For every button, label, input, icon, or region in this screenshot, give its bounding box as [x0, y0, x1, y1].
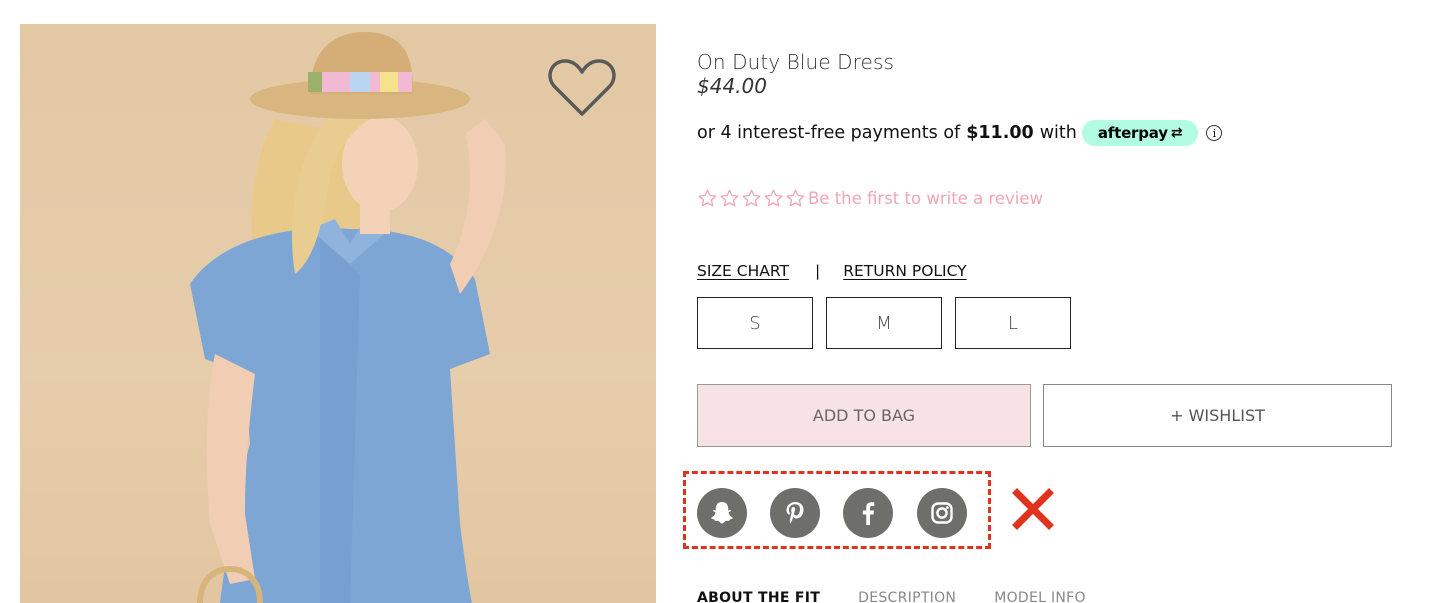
links-separator: | [814, 262, 821, 280]
policy-links: SIZE CHART | RETURN POLICY [697, 262, 967, 280]
pinterest-button[interactable] [770, 488, 820, 538]
star-icon[interactable] [697, 188, 718, 209]
review-prompt[interactable]: Be the first to write a review [808, 189, 1043, 208]
wishlist-button[interactable]: + WISHLIST [1043, 384, 1392, 447]
size-chart-link[interactable]: SIZE CHART [697, 262, 789, 280]
size-option-s[interactable]: S [697, 297, 813, 349]
afterpay-loop-icon: ⇄ [1170, 125, 1183, 141]
red-x-icon [1012, 488, 1054, 530]
star-icon[interactable] [785, 188, 806, 209]
rating-stars[interactable] [697, 188, 806, 209]
afterpay-prefix: or 4 interest-free payments of [697, 123, 961, 143]
facebook-button[interactable] [843, 488, 893, 538]
tab-description[interactable]: DESCRIPTION [858, 590, 956, 603]
afterpay-brand: afterpay [1097, 124, 1168, 142]
star-icon[interactable] [719, 188, 740, 209]
instagram-icon [931, 502, 953, 524]
pinterest-icon [786, 502, 804, 524]
tab-about-the-fit[interactable]: ABOUT THE FIT [697, 590, 820, 603]
reviews-row[interactable]: Be the first to write a review [697, 188, 1043, 209]
instagram-button[interactable] [917, 488, 967, 538]
afterpay-amount: $11.00 [966, 123, 1034, 143]
afterpay-message: or 4 interest-free payments of $11.00 wi… [697, 118, 1223, 148]
afterpay-logo[interactable]: afterpay ⇄ [1081, 120, 1199, 146]
snapchat-button[interactable] [697, 488, 747, 538]
heart-icon[interactable] [547, 57, 617, 119]
star-icon[interactable] [741, 188, 762, 209]
add-to-bag-button[interactable]: ADD TO BAG [697, 384, 1031, 447]
size-option-l[interactable]: L [955, 297, 1071, 349]
product-image [20, 24, 656, 603]
afterpay-suffix: with [1039, 123, 1077, 143]
star-icon[interactable] [763, 188, 784, 209]
info-icon[interactable]: i [1206, 125, 1223, 141]
info-tabs: ABOUT THE FIT DESCRIPTION MODEL INFO [697, 590, 1124, 603]
return-policy-link[interactable]: RETURN POLICY [843, 262, 966, 280]
facebook-icon [862, 502, 875, 525]
product-price: $44.00 [697, 74, 767, 98]
size-option-m[interactable]: M [826, 297, 942, 349]
tab-model-info[interactable]: MODEL INFO [994, 590, 1086, 603]
snapchat-icon [711, 502, 733, 524]
product-title: On Duty Blue Dress [697, 50, 895, 74]
